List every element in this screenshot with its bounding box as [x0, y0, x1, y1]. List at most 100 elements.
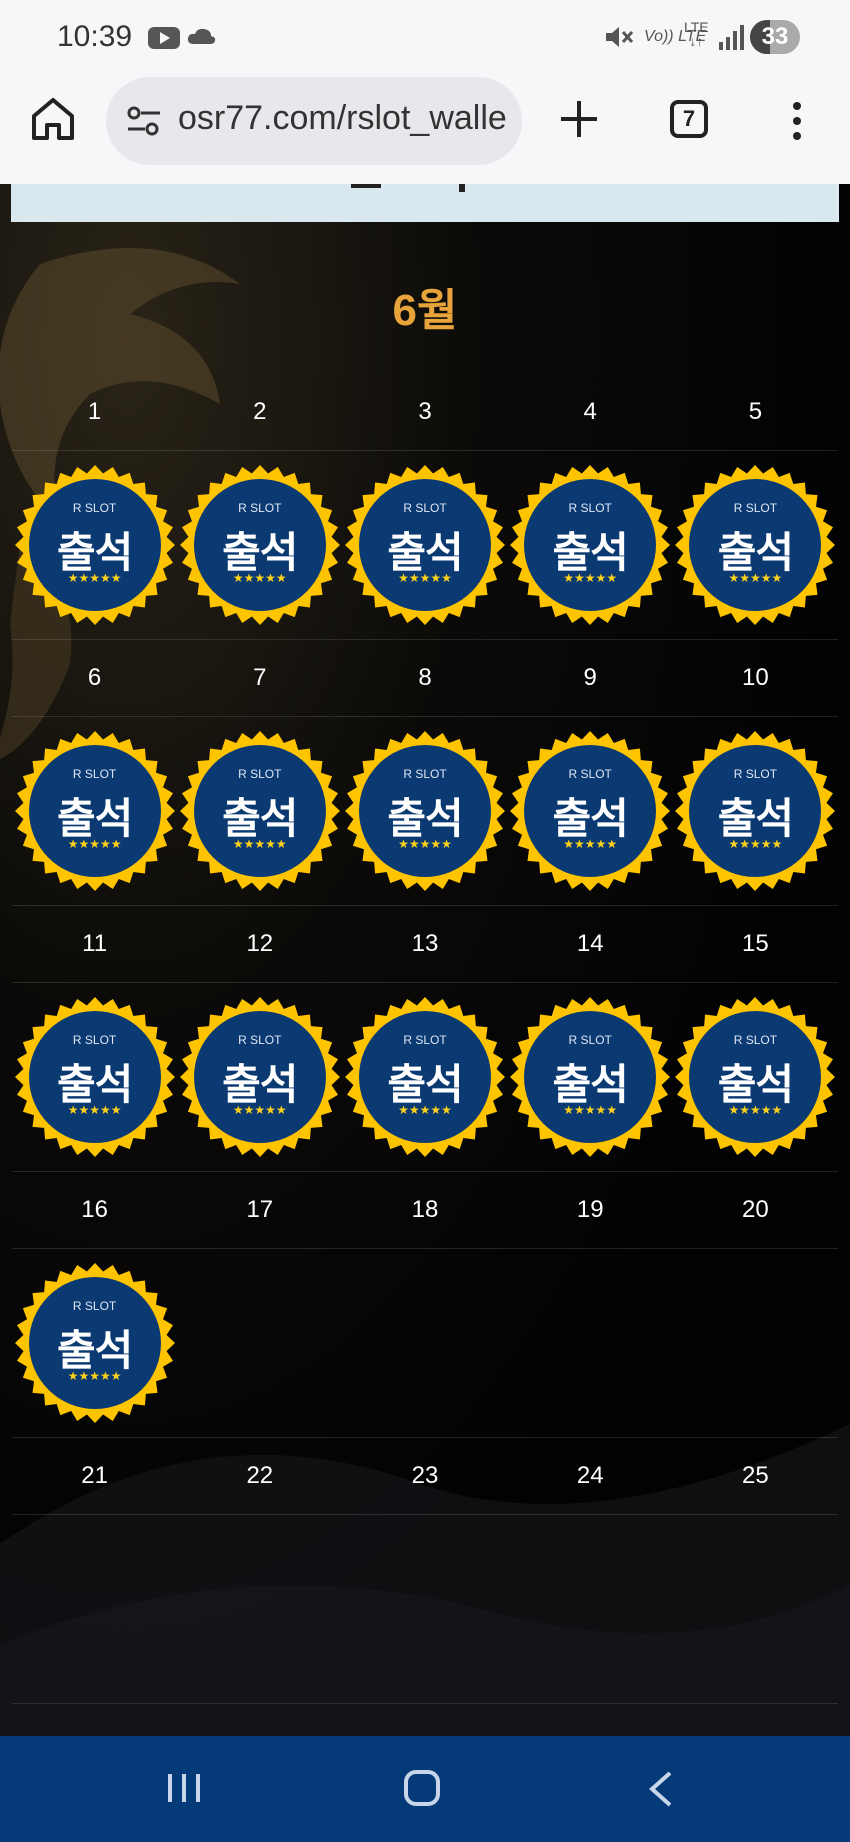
attendance-stamp-badge: R SLOT 출석 ★★★★★ — [673, 463, 837, 627]
stamp-brand: R SLOT — [403, 767, 447, 781]
calendar-day-cell: R SLOT 출석 ★★★★★ — [177, 983, 342, 1171]
stamp-stars: ★★★★★ — [67, 571, 122, 585]
calendar-day-number: 9 — [583, 664, 597, 691]
stamp-stars: ★★★★★ — [728, 571, 783, 585]
recent-apps-icon[interactable] — [166, 1772, 202, 1804]
browser-toolbar: osr77.com/rslot_walle 7 — [0, 70, 850, 184]
calendar-day-cell: R SLOT 출석 ★★★★★ — [177, 717, 342, 905]
new-tab-icon[interactable] — [556, 96, 602, 142]
calendar-day-number-row: 16 17 18 19 20 — [12, 1172, 838, 1249]
calendar-day-number: 24 — [576, 1462, 604, 1489]
attendance-stamp-badge: R SLOT 출석 ★★★★★ — [13, 729, 177, 893]
stamp-brand: R SLOT — [568, 501, 612, 515]
address-bar[interactable]: osr77.com/rslot_walle — [106, 77, 522, 165]
stamp-brand: R SLOT — [238, 767, 282, 781]
page-content: 6월 12345R SLOT 출석 ★★★★★ R SLOT 출석 ★★★★★ R SLOT… — [0, 184, 850, 1736]
calendar-day-cell: R SLOT 출석 ★★★★★ — [342, 451, 507, 639]
calendar-day-number: 21 — [81, 1462, 108, 1489]
stamp-stars: ★★★★★ — [563, 1103, 618, 1117]
calendar-day-number: 22 — [246, 1462, 274, 1489]
calendar-day-cell: R SLOT 출석 ★★★★★ — [12, 983, 177, 1171]
lte-arrows: ↓↑ — [689, 33, 704, 49]
calendar-stamp-row: R SLOT 출석 ★★★★★ R SLOT 출석 ★★★★★ R SLOT 출석 ★★★★★ R… — [12, 451, 838, 640]
attendance-stamp-badge: R SLOT 출석 ★★★★★ — [13, 995, 177, 1159]
battery-icon: 33 — [750, 20, 800, 54]
stamp-brand: R SLOT — [72, 767, 117, 781]
more-menu-icon[interactable] — [782, 100, 812, 142]
calendar-day-cell: R SLOT 출석 ★★★★★ — [508, 983, 673, 1171]
stamp-stars: ★★★★★ — [398, 837, 452, 851]
back-icon[interactable] — [646, 1770, 676, 1808]
status-time: 10:39 — [57, 20, 133, 53]
calendar-day-number: 25 — [742, 1462, 769, 1489]
stamp-stars: ★★★★★ — [398, 1103, 452, 1117]
calendar-stamp-row — [12, 1515, 838, 1704]
attendance-stamp-badge: R SLOT 출석 ★★★★★ — [343, 463, 507, 627]
calendar-day-cell — [673, 1249, 838, 1437]
url-text: osr77.com/rslot_walle — [178, 99, 507, 137]
nav-home-icon[interactable] — [404, 1770, 440, 1806]
header-cutoff-glyph — [351, 184, 465, 192]
stamp-brand: R SLOT — [733, 501, 778, 515]
calendar-day-cell: R SLOT 출석 ★★★★★ — [342, 983, 507, 1171]
calendar-day-cell: R SLOT 출석 ★★★★★ — [673, 717, 838, 905]
calendar-day-cell: R SLOT 출석 ★★★★★ — [673, 451, 838, 639]
calendar-stamp-row: R SLOT 출석 ★★★★★ — [12, 1249, 838, 1438]
attendance-stamp-badge: R SLOT 출석 ★★★★★ — [508, 463, 672, 627]
calendar-day-number-row: 11 12 13 14 15 — [12, 906, 838, 983]
tab-switcher-button[interactable]: 7 — [670, 100, 708, 138]
stamp-stars: ★★★★★ — [398, 571, 452, 585]
calendar-day-number: 2 — [253, 398, 267, 425]
calendar-day-cell: R SLOT 출석 ★★★★★ — [177, 451, 342, 639]
home-icon[interactable] — [28, 94, 78, 144]
calendar-day-number: 23 — [411, 1462, 439, 1489]
stamp-stars: ★★★★★ — [67, 1103, 122, 1117]
attendance-stamp-badge: R SLOT 출석 ★★★★★ — [343, 995, 507, 1159]
calendar-day-number: 4 — [583, 398, 597, 425]
attendance-stamp-badge: R SLOT 출석 ★★★★★ — [178, 729, 342, 893]
attendance-stamp-badge: R SLOT 출석 ★★★★★ — [13, 463, 177, 627]
stamp-stars: ★★★★★ — [563, 837, 618, 851]
stamp-stars: ★★★★★ — [563, 571, 618, 585]
status-bar: 10:39 Vo)) LTE LTE ↓↑ 33 — [0, 0, 850, 70]
calendar-day-number: 3 — [418, 398, 432, 425]
calendar-stamp-row: R SLOT 출석 ★★★★★ R SLOT 출석 ★★★★★ R SLOT 출석 ★★★★★ R… — [12, 983, 838, 1172]
stamp-stars: ★★★★★ — [232, 837, 287, 851]
battery-level: 33 — [761, 23, 789, 50]
calendar-day-number: 12 — [246, 930, 274, 957]
calendar-day-cell — [508, 1515, 673, 1703]
system-nav-bar — [0, 1736, 850, 1842]
calendar-day-number-row: 21 22 23 24 25 — [12, 1438, 838, 1515]
calendar-day-number-row: 6 7 8 9 10 — [12, 640, 838, 717]
calendar-day-cell — [342, 1515, 507, 1703]
signal-icon — [719, 25, 744, 50]
calendar-day-number: 17 — [246, 1196, 274, 1223]
calendar-day-number: 7 — [253, 664, 267, 691]
stamp-brand: R SLOT — [238, 1033, 282, 1047]
cloud-icon — [187, 28, 216, 44]
calendar-day-number: 13 — [411, 930, 439, 957]
attendance-calendar: 12345R SLOT 출석 ★★★★★ R SLOT 출석 ★★★★★ R SLOT 출석 ★… — [12, 374, 838, 1704]
calendar-day-cell — [508, 1249, 673, 1437]
calendar-day-cell — [12, 1515, 177, 1703]
stamp-brand: R SLOT — [72, 501, 117, 515]
attendance-stamp-badge: R SLOT 출석 ★★★★★ — [178, 463, 342, 627]
calendar-day-number: 1 — [87, 398, 102, 425]
calendar-day-cell: R SLOT 출석 ★★★★★ — [342, 717, 507, 905]
calendar-day-number: 14 — [576, 930, 604, 957]
calendar-stamp-row: R SLOT 출석 ★★★★★ R SLOT 출석 ★★★★★ R SLOT 출석 ★★★★★ R… — [12, 717, 838, 906]
calendar-day-number: 20 — [742, 1196, 769, 1223]
calendar-day-number: 8 — [418, 664, 432, 691]
site-settings-icon[interactable] — [126, 105, 162, 137]
calendar-day-number: 11 — [82, 930, 108, 957]
calendar-day-cell: R SLOT 출석 ★★★★★ — [508, 717, 673, 905]
calendar-day-number: 5 — [748, 398, 763, 425]
calendar-day-number: 19 — [576, 1196, 604, 1223]
calendar-day-cell — [673, 1515, 838, 1703]
calendar-day-number: 6 — [87, 664, 102, 691]
calendar-day-cell — [177, 1249, 342, 1437]
stamp-brand: R SLOT — [403, 501, 447, 515]
stamp-brand: R SLOT — [72, 1299, 117, 1313]
calendar-day-cell: R SLOT 출석 ★★★★★ — [673, 983, 838, 1171]
stamp-brand: R SLOT — [238, 501, 282, 515]
